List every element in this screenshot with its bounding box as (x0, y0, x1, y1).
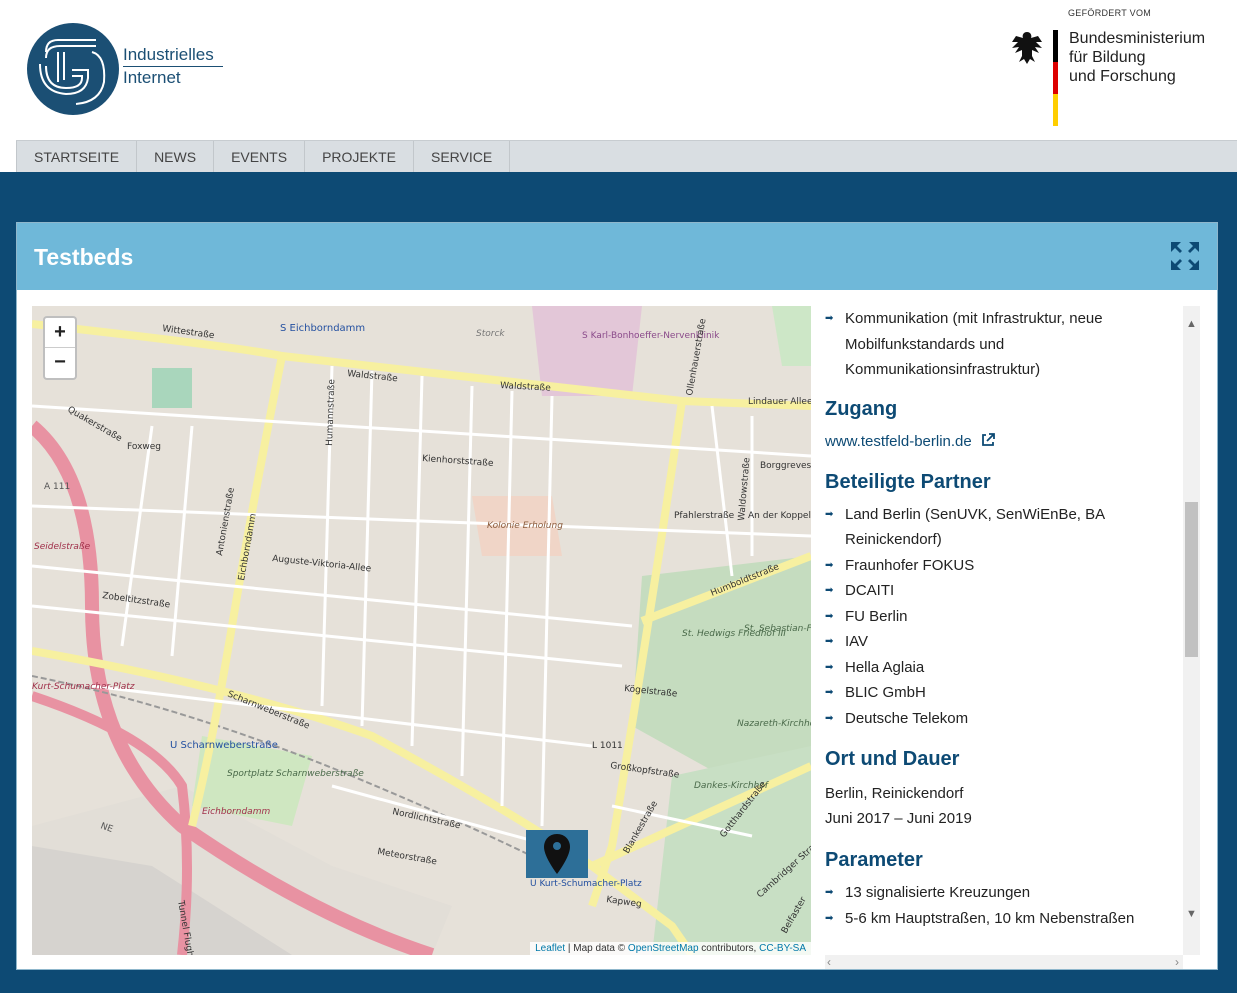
map-label: Eichborndamm (202, 807, 270, 817)
map-label: L 1011 (592, 741, 623, 751)
map-label: A 111 (44, 482, 70, 492)
heading-partner: Beteiligte Partner (825, 470, 991, 493)
partner-item: DCAITI (825, 578, 1183, 604)
panel-title: Testbeds (34, 244, 134, 270)
panel-header: Testbeds (17, 223, 1217, 290)
map-label: Seidelstraße (34, 542, 91, 552)
map-label: U Scharnweberstraße (170, 740, 278, 751)
map-label: Borggrevestraße (760, 461, 811, 471)
list-item-text: Mobilfunkstandards und (845, 335, 1005, 353)
map-label: Nazareth-Kirchhof II (737, 719, 811, 729)
map-zoom-control: + − (43, 316, 77, 380)
bmbf-line2: für Bildung (1069, 49, 1146, 66)
intro-list: Kommunikation (mit Infrastruktur, neue Mo… (825, 306, 1183, 383)
attribution-sep: | Map data © (565, 943, 628, 954)
nav-news[interactable]: NEWS (137, 141, 215, 173)
logo-line1: Industrielles (123, 44, 223, 67)
location-place: Berlin, Reinickendorf (825, 785, 964, 802)
map-label-s-eichborndamm: S Eichborndamm (280, 323, 365, 334)
map-label: An der Koppel (748, 511, 811, 521)
heading-ort-dauer: Ort und Dauer (825, 748, 960, 770)
parameter-list: 13 signalisierte Kreuzungen 5-6 km Haupt… (825, 880, 1183, 931)
bmbf-line1: Bundesministerium (1069, 30, 1206, 47)
federal-eagle-icon (1012, 32, 1042, 64)
partner-item: Deutsche Telekom (825, 706, 1183, 732)
partner-item: BLIC GmbH (825, 680, 1183, 706)
list-item-text: Kommunikation (mit Infrastruktur, neue (845, 310, 1103, 327)
map-tiles: S Eichborndamm Wittestraße Waldstraße Wa… (32, 306, 811, 955)
nav-startseite[interactable]: STARTSEITE (16, 141, 138, 173)
list-item: Kommunikation (mit Infrastruktur, neue Mo… (825, 306, 1183, 383)
main-navigation: STARTSEITE NEWS EVENTS PROJEKTE SERVICE (16, 140, 1237, 173)
map-label: Kolonie Erholung (487, 521, 563, 531)
testbed-details: Kommunikation (mit Infrastruktur, neue Mo… (825, 306, 1183, 955)
heading-parameter: Parameter (825, 849, 923, 871)
site-header: Industrielles Internet GEFÖRDERT VOM Bun… (0, 0, 1237, 140)
map-attribution: Leaflet | Map data © OpenStreetMap contr… (530, 942, 811, 955)
fullscreen-expand-icon[interactable] (1169, 240, 1201, 272)
map-label: Pfahlerstraße (674, 511, 735, 521)
testbed-panel: Testbeds S Eichborndamm Wittestraße Wald… (16, 222, 1218, 970)
partner-item: FU Berlin (825, 604, 1183, 630)
nav-projekte[interactable]: PROJEKTE (305, 141, 414, 173)
horizontal-scrollbar[interactable]: ‹ › (825, 955, 1183, 969)
bmbf-logo-text[interactable]: Bundesministerium für Bildung und Forsch… (1069, 29, 1205, 86)
map-label: Foxweg (127, 442, 161, 452)
zoom-in-button[interactable]: + (45, 318, 75, 348)
leaflet-link[interactable]: Leaflet (535, 943, 565, 954)
partner-list: Land Berlin (SenUVK, SenWiEnBe, BA Reini… (825, 502, 1183, 732)
logo-text: Industrielles Internet (123, 44, 223, 88)
map-label: Kurt-Schumacher-Platz (32, 682, 135, 692)
partner-item: Fraunhofer FOKUS (825, 553, 1183, 579)
scroll-right-icon[interactable]: › (1175, 955, 1179, 969)
external-link-icon[interactable] (980, 432, 996, 448)
license-link[interactable]: CC-BY-SA (759, 943, 806, 954)
osm-link[interactable]: OpenStreetMap (628, 943, 699, 954)
heading-zugang: Zugang (825, 397, 898, 420)
german-flag-bar (1053, 30, 1058, 126)
map-marker[interactable] (526, 830, 588, 878)
funding-label: GEFÖRDERT VOM (1068, 8, 1152, 18)
industrielles-internet-logo[interactable]: Industrielles Internet (26, 22, 236, 118)
map-label: Storck (476, 329, 505, 339)
scroll-up-icon[interactable]: ▲ (1183, 318, 1200, 335)
attribution-contrib: contributors, (698, 943, 760, 954)
partner-item: IAV (825, 629, 1183, 655)
logo-line2: Internet (123, 68, 181, 87)
scroll-left-icon[interactable]: ‹ (827, 955, 831, 969)
testfeld-link[interactable]: www.testfeld-berlin.de (825, 433, 972, 450)
zoom-out-button[interactable]: − (45, 348, 75, 377)
map-pin-icon (544, 834, 570, 874)
scroll-down-icon[interactable]: ▼ (1183, 908, 1200, 925)
parameter-item: 13 signalisierte Kreuzungen (825, 880, 1183, 906)
map-label: Sportplatz Scharnweberstraße (227, 769, 364, 779)
nav-service[interactable]: SERVICE (414, 141, 511, 173)
map-label: U Kurt-Schumacher-Platz (530, 879, 642, 889)
logo-mark-icon (27, 23, 119, 115)
map-label: St. Sebastian-Friedhof (744, 624, 811, 634)
access-row: www.testfeld-berlin.de (825, 432, 1183, 451)
parameter-item: 5-6 km Hauptstraßen, 10 km Nebenstraßen (825, 906, 1183, 932)
scrollbar-thumb[interactable] (1185, 502, 1198, 657)
partner-item: Land Berlin (SenUVK, SenWiEnBe, BA Reini… (825, 502, 1183, 553)
partner-item: Hella Aglaia (825, 655, 1183, 681)
bmbf-line3: und Forschung (1069, 68, 1176, 85)
map-label: Lindauer Allee (748, 397, 811, 407)
list-item-text: Kommunikationsinfrastruktur) (845, 361, 1041, 378)
osm-map[interactable]: S Eichborndamm Wittestraße Waldstraße Wa… (32, 306, 811, 955)
sports-field (152, 368, 192, 408)
details-scrollbar[interactable]: ▲ ▼ (1183, 306, 1200, 955)
location-period: Juni 2017 – Juni 2019 (825, 810, 972, 827)
nav-events[interactable]: EVENTS (214, 141, 306, 173)
